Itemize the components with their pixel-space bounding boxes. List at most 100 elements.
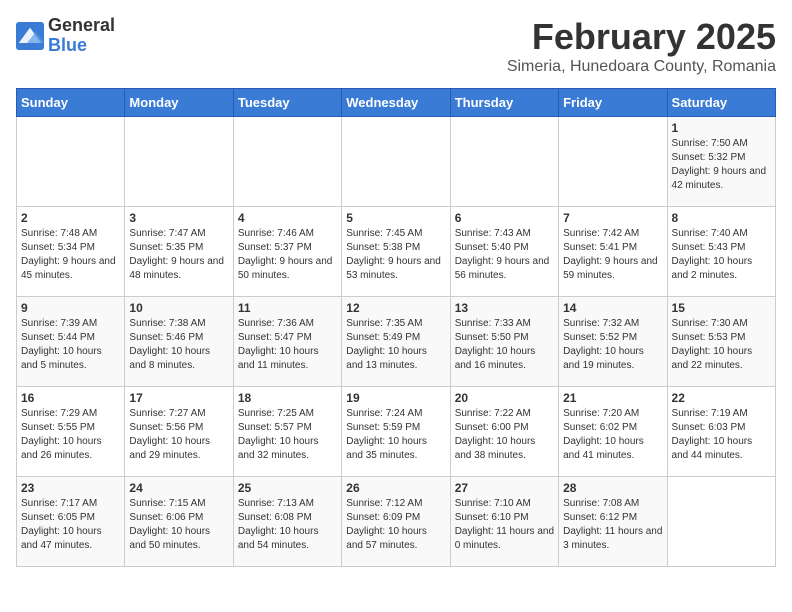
- calendar-header: SundayMondayTuesdayWednesdayThursdayFrid…: [17, 89, 776, 117]
- day-cell: 24 Sunrise: 7:15 AM Sunset: 6:06 PM Dayli…: [125, 477, 233, 567]
- day-info: Sunrise: 7:08 AM Sunset: 6:12 PM Dayligh…: [563, 497, 662, 553]
- day-info: Sunrise: 7:40 AM Sunset: 5:43 PM Dayligh…: [672, 227, 771, 283]
- day-cell: [342, 117, 450, 207]
- day-cell: 21 Sunrise: 7:20 AM Sunset: 6:02 PM Dayli…: [559, 387, 667, 477]
- day-number: 4: [238, 211, 337, 225]
- day-number: 28: [563, 481, 662, 495]
- day-info: Sunrise: 7:24 AM Sunset: 5:59 PM Dayligh…: [346, 407, 445, 463]
- day-number: 11: [238, 301, 337, 315]
- day-info: Sunrise: 7:47 AM Sunset: 5:35 PM Dayligh…: [129, 227, 228, 283]
- header: General Blue February 2025 Simeria, Hune…: [16, 16, 776, 76]
- day-cell: 10 Sunrise: 7:38 AM Sunset: 5:46 PM Dayli…: [125, 297, 233, 387]
- day-cell: 18 Sunrise: 7:25 AM Sunset: 5:57 PM Dayli…: [233, 387, 341, 477]
- day-number: 22: [672, 391, 771, 405]
- day-cell: 17 Sunrise: 7:27 AM Sunset: 5:56 PM Dayli…: [125, 387, 233, 477]
- day-cell: 19Sunrise: 7:24 AM Sunset: 5:59 PM Dayli…: [342, 387, 450, 477]
- logo-icon: [16, 22, 44, 50]
- week-row-0: 1 Sunrise: 7:50 AM Sunset: 5:32 PM Daylig…: [17, 117, 776, 207]
- logo-text: General Blue: [48, 16, 115, 56]
- day-cell: 12 Sunrise: 7:35 AM Sunset: 5:49 PM Dayli…: [342, 297, 450, 387]
- day-number: 8: [672, 211, 771, 225]
- day-cell: 28 Sunrise: 7:08 AM Sunset: 6:12 PM Dayli…: [559, 477, 667, 567]
- day-number: 12: [346, 301, 445, 315]
- day-cell: 5 Sunrise: 7:45 AM Sunset: 5:38 PM Daylig…: [342, 207, 450, 297]
- day-cell: 16 Sunrise: 7:29 AM Sunset: 5:55 PM Dayli…: [17, 387, 125, 477]
- day-info: Sunrise: 7:42 AM Sunset: 5:41 PM Dayligh…: [563, 227, 662, 283]
- day-info: Sunrise: 7:25 AM Sunset: 5:57 PM Dayligh…: [238, 407, 337, 463]
- header-cell-monday: Monday: [125, 89, 233, 117]
- day-cell: [17, 117, 125, 207]
- day-info: Sunrise: 7:20 AM Sunset: 6:02 PM Dayligh…: [563, 407, 662, 463]
- day-cell: 14 Sunrise: 7:32 AM Sunset: 5:52 PM Dayli…: [559, 297, 667, 387]
- day-number: 21: [563, 391, 662, 405]
- day-cell: 23Sunrise: 7:17 AM Sunset: 6:05 PM Dayli…: [17, 477, 125, 567]
- day-info: Sunrise: 7:36 AM Sunset: 5:47 PM Dayligh…: [238, 317, 337, 373]
- day-number: 27: [455, 481, 554, 495]
- day-cell: [233, 117, 341, 207]
- day-number: 14: [563, 301, 662, 315]
- day-cell: [559, 117, 667, 207]
- day-cell: 6 Sunrise: 7:43 AM Sunset: 5:40 PM Daylig…: [450, 207, 558, 297]
- day-info: Sunrise: 7:46 AM Sunset: 5:37 PM Dayligh…: [238, 227, 337, 283]
- calendar-body: 1 Sunrise: 7:50 AM Sunset: 5:32 PM Daylig…: [17, 117, 776, 567]
- header-cell-saturday: Saturday: [667, 89, 775, 117]
- day-info: Sunrise: 7:48 AM Sunset: 5:34 PM Dayligh…: [21, 227, 120, 283]
- day-number: 17: [129, 391, 228, 405]
- day-number: 7: [563, 211, 662, 225]
- day-number: 20: [455, 391, 554, 405]
- day-cell: 2 Sunrise: 7:48 AM Sunset: 5:34 PM Daylig…: [17, 207, 125, 297]
- calendar-subtitle: Simeria, Hunedoara County, Romania: [507, 58, 776, 76]
- day-info: Sunrise: 7:12 AM Sunset: 6:09 PM Dayligh…: [346, 497, 445, 553]
- day-info: Sunrise: 7:15 AM Sunset: 6:06 PM Dayligh…: [129, 497, 228, 553]
- day-cell: 22 Sunrise: 7:19 AM Sunset: 6:03 PM Dayli…: [667, 387, 775, 477]
- day-info: Sunrise: 7:27 AM Sunset: 5:56 PM Dayligh…: [129, 407, 228, 463]
- day-info: Sunrise: 7:29 AM Sunset: 5:55 PM Dayligh…: [21, 407, 120, 463]
- day-cell: 3 Sunrise: 7:47 AM Sunset: 5:35 PM Daylig…: [125, 207, 233, 297]
- week-row-1: 2 Sunrise: 7:48 AM Sunset: 5:34 PM Daylig…: [17, 207, 776, 297]
- day-cell: 13Sunrise: 7:33 AM Sunset: 5:50 PM Dayli…: [450, 297, 558, 387]
- day-info: Sunrise: 7:33 AM Sunset: 5:50 PM Dayligh…: [455, 317, 554, 373]
- day-info: Sunrise: 7:22 AM Sunset: 6:00 PM Dayligh…: [455, 407, 554, 463]
- week-row-4: 23Sunrise: 7:17 AM Sunset: 6:05 PM Dayli…: [17, 477, 776, 567]
- day-number: 5: [346, 211, 445, 225]
- header-cell-friday: Friday: [559, 89, 667, 117]
- day-info: Sunrise: 7:43 AM Sunset: 5:40 PM Dayligh…: [455, 227, 554, 283]
- header-row: SundayMondayTuesdayWednesdayThursdayFrid…: [17, 89, 776, 117]
- day-cell: 15 Sunrise: 7:30 AM Sunset: 5:53 PM Dayli…: [667, 297, 775, 387]
- day-info: Sunrise: 7:50 AM Sunset: 5:32 PM Dayligh…: [672, 137, 771, 193]
- day-info: Sunrise: 7:19 AM Sunset: 6:03 PM Dayligh…: [672, 407, 771, 463]
- day-cell: 20 Sunrise: 7:22 AM Sunset: 6:00 PM Dayli…: [450, 387, 558, 477]
- day-number: 25: [238, 481, 337, 495]
- day-number: 24: [129, 481, 228, 495]
- header-cell-tuesday: Tuesday: [233, 89, 341, 117]
- day-cell: 7 Sunrise: 7:42 AM Sunset: 5:41 PM Daylig…: [559, 207, 667, 297]
- day-info: Sunrise: 7:13 AM Sunset: 6:08 PM Dayligh…: [238, 497, 337, 553]
- day-number: 1: [672, 121, 771, 135]
- day-cell: 9Sunrise: 7:39 AM Sunset: 5:44 PM Daylig…: [17, 297, 125, 387]
- day-info: Sunrise: 7:30 AM Sunset: 5:53 PM Dayligh…: [672, 317, 771, 373]
- day-number: 3: [129, 211, 228, 225]
- day-number: 6: [455, 211, 554, 225]
- day-number: 15: [672, 301, 771, 315]
- day-number: 2: [21, 211, 120, 225]
- header-cell-wednesday: Wednesday: [342, 89, 450, 117]
- day-info: Sunrise: 7:32 AM Sunset: 5:52 PM Dayligh…: [563, 317, 662, 373]
- logo: General Blue: [16, 16, 115, 56]
- day-info: Sunrise: 7:38 AM Sunset: 5:46 PM Dayligh…: [129, 317, 228, 373]
- week-row-3: 16 Sunrise: 7:29 AM Sunset: 5:55 PM Dayli…: [17, 387, 776, 477]
- day-number: 23: [21, 481, 120, 495]
- day-info: Sunrise: 7:35 AM Sunset: 5:49 PM Dayligh…: [346, 317, 445, 373]
- week-row-2: 9Sunrise: 7:39 AM Sunset: 5:44 PM Daylig…: [17, 297, 776, 387]
- day-number: 16: [21, 391, 120, 405]
- title-area: February 2025 Simeria, Hunedoara County,…: [507, 16, 776, 76]
- day-cell: [667, 477, 775, 567]
- day-cell: [450, 117, 558, 207]
- day-number: 10: [129, 301, 228, 315]
- day-cell: 26Sunrise: 7:12 AM Sunset: 6:09 PM Dayli…: [342, 477, 450, 567]
- day-cell: 11 Sunrise: 7:36 AM Sunset: 5:47 PM Dayli…: [233, 297, 341, 387]
- day-cell: 4 Sunrise: 7:46 AM Sunset: 5:37 PM Daylig…: [233, 207, 341, 297]
- day-number: 9: [21, 301, 120, 315]
- day-cell: 8 Sunrise: 7:40 AM Sunset: 5:43 PM Daylig…: [667, 207, 775, 297]
- day-number: 18: [238, 391, 337, 405]
- day-info: Sunrise: 7:45 AM Sunset: 5:38 PM Dayligh…: [346, 227, 445, 283]
